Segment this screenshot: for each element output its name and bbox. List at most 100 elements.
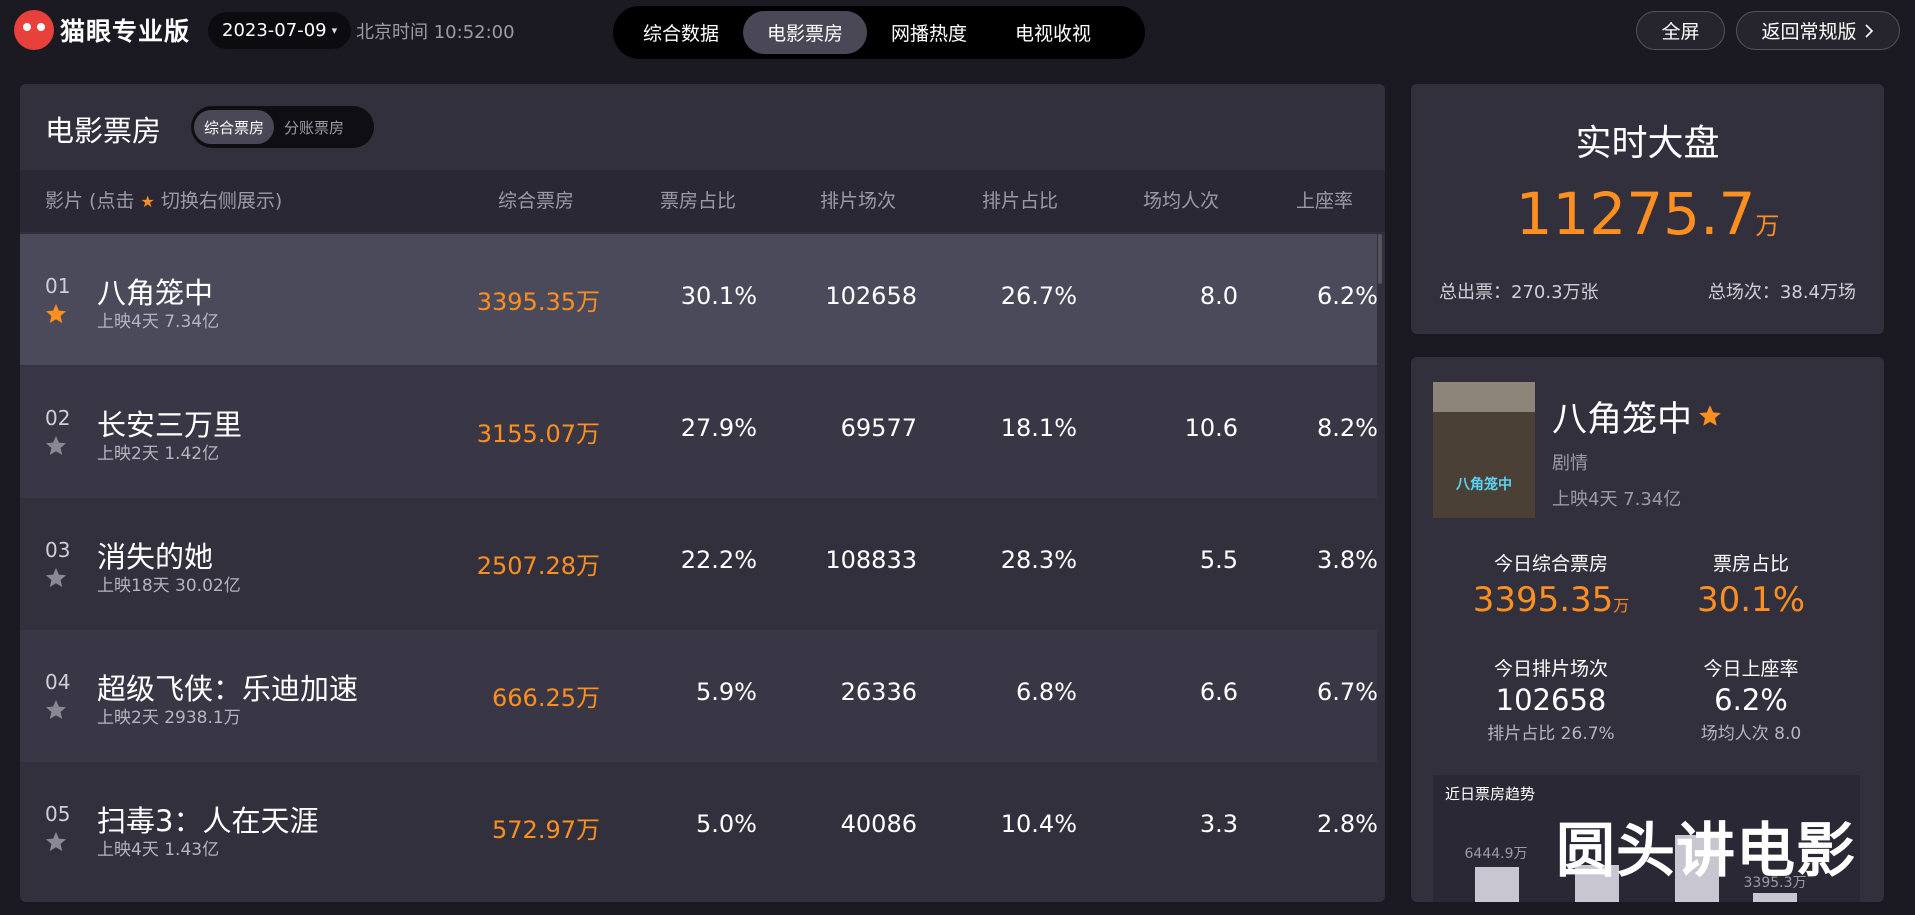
cell-box-share: 27.9% bbox=[680, 414, 757, 442]
column-header-film: 影片 (点击 ★ 切换右侧展示) bbox=[45, 170, 282, 232]
cell-box-office: 3395.35万 bbox=[476, 288, 600, 316]
column-header-box-share[interactable]: 票房占比 bbox=[660, 170, 736, 232]
cell-occupancy: 2.8% bbox=[1317, 810, 1378, 838]
film-release-info: 上映4天 7.34亿 bbox=[97, 312, 220, 332]
cell-avg-attendance: 3.3 bbox=[1199, 810, 1238, 838]
film-meta: 上映4天 7.34亿 bbox=[1552, 489, 1682, 510]
total-tickets: 总出票：270.3万张 bbox=[1439, 282, 1599, 303]
trend-bar-label: 6444.9万 bbox=[1464, 846, 1528, 862]
today-box-office-unit: 万 bbox=[1613, 596, 1630, 615]
tab-web-streaming[interactable]: 网播热度 bbox=[867, 11, 991, 54]
cell-box-office: 572.97万 bbox=[492, 816, 600, 844]
cell-screening-share: 18.1% bbox=[1000, 414, 1077, 442]
chevron-down-icon: ▾ bbox=[331, 24, 338, 37]
cell-screening-share: 10.4% bbox=[1000, 810, 1077, 838]
cell-occupancy: 8.2% bbox=[1317, 414, 1378, 442]
beijing-time: 北京时间 10:52:00 bbox=[356, 22, 515, 43]
cat-eye-logo-icon bbox=[14, 10, 54, 50]
realtime-title: 实时大盘 bbox=[1575, 123, 1720, 164]
star-icon[interactable] bbox=[44, 566, 68, 590]
star-icon[interactable] bbox=[1697, 403, 1723, 429]
table-header: 影片 (点击 ★ 切换右侧展示) 综合票房 票房占比 排片场次 排片占比 场均人… bbox=[20, 170, 1385, 232]
box-office-panel: 电影票房 综合票房 分账票房 影片 (点击 ★ 切换右侧展示) 综合票房 票房占… bbox=[20, 84, 1385, 902]
column-header-avg-attendance[interactable]: 场均人次 bbox=[1143, 170, 1219, 232]
app-logo[interactable]: 猫眼专业版 bbox=[14, 10, 190, 50]
back-button-label: 返回常规版 bbox=[1761, 21, 1857, 43]
cell-box-share: 30.1% bbox=[680, 282, 757, 310]
rank-number: 01 bbox=[45, 274, 71, 298]
rank-number: 04 bbox=[45, 670, 71, 694]
column-header-box-office[interactable]: 综合票房 bbox=[498, 170, 574, 232]
panel-title: 电影票房 bbox=[45, 114, 162, 148]
today-box-office-value: 3395.35万 bbox=[1451, 580, 1651, 620]
date-value: 2023-07-09 bbox=[222, 20, 327, 41]
fullscreen-button[interactable]: 全屏 bbox=[1636, 11, 1725, 50]
box-share-value: 30.1% bbox=[1651, 580, 1851, 620]
cell-occupancy: 6.7% bbox=[1317, 678, 1378, 706]
star-icon[interactable] bbox=[44, 434, 68, 458]
today-box-office: 今日综合票房 3395.35万 bbox=[1451, 549, 1651, 620]
tab-movie-box-office[interactable]: 电影票房 bbox=[743, 11, 868, 54]
panel-header: 电影票房 综合票房 分账票房 bbox=[20, 84, 1385, 170]
cell-occupancy: 3.8% bbox=[1317, 546, 1378, 574]
box-share-label: 票房占比 bbox=[1712, 553, 1789, 575]
today-occupancy-label: 今日上座率 bbox=[1703, 658, 1799, 680]
tab-overview[interactable]: 综合数据 bbox=[619, 11, 743, 54]
cell-box-share: 22.2% bbox=[680, 546, 757, 574]
table-row[interactable]: 01 八角笼中 上映4天 7.34亿 3395.35万 30.1% 102658 26.7%… bbox=[20, 234, 1378, 365]
realtime-total-value: 11275.7万 bbox=[1411, 180, 1884, 248]
cell-box-office: 3155.07万 bbox=[476, 420, 600, 448]
date-picker[interactable]: 2023-07-09 ▾ bbox=[208, 12, 352, 49]
table-scrollbar[interactable] bbox=[1378, 234, 1382, 284]
rank-number: 03 bbox=[45, 538, 71, 562]
table-row[interactable]: 03 消失的她 上映18天 30.02亿 2507.28万 22.2% 108833 28.… bbox=[20, 498, 1378, 630]
cell-screenings: 108833 bbox=[825, 546, 917, 574]
cell-screening-share: 6.8% bbox=[1016, 678, 1077, 706]
realtime-number: 11275.7 bbox=[1515, 180, 1756, 248]
film-title: 扫毒3：人在天涯 bbox=[97, 804, 319, 838]
film-poster[interactable]: 八角笼中 bbox=[1433, 382, 1535, 518]
film-title: 超级飞侠：乐迪加速 bbox=[97, 672, 359, 706]
cell-avg-attendance: 6.6 bbox=[1199, 678, 1238, 706]
star-icon[interactable] bbox=[44, 698, 68, 722]
column-header-screening-share[interactable]: 排片占比 bbox=[982, 170, 1058, 232]
avg-attendance-sub: 场均人次 8.0 bbox=[1700, 724, 1802, 744]
film-release-info: 上映18天 30.02亿 bbox=[97, 576, 241, 596]
today-box-office-number: 3395.35 bbox=[1472, 580, 1614, 620]
film-title: 长安三万里 bbox=[97, 408, 243, 442]
film-genre: 剧情 bbox=[1552, 453, 1588, 474]
column-header-occupancy[interactable]: 上座率 bbox=[1296, 170, 1353, 232]
film-header-post: 切换右侧展示) bbox=[160, 190, 283, 212]
film-header-pre: 影片 (点击 bbox=[45, 190, 135, 212]
cell-screening-share: 28.3% bbox=[1000, 546, 1077, 574]
cell-box-share: 5.0% bbox=[696, 810, 757, 838]
cell-screening-share: 26.7% bbox=[1000, 282, 1077, 310]
film-title: 消失的她 bbox=[97, 540, 214, 574]
star-icon[interactable] bbox=[44, 302, 68, 326]
total-screenings: 总场次：38.4万场 bbox=[1707, 282, 1856, 303]
star-icon: ★ bbox=[140, 192, 155, 211]
today-screenings-value: 102658 bbox=[1495, 683, 1607, 717]
table-row[interactable]: 02 长安三万里 上映2天 1.42亿 3155.07万 27.9% 69577 18.1%… bbox=[20, 366, 1378, 498]
today-occupancy: 今日上座率 6.2% 场均人次 8.0 bbox=[1651, 654, 1851, 744]
top-bar: 猫眼专业版 2023-07-09 ▾ 北京时间 10:52:00 综合数据 电影… bbox=[0, 0, 1915, 66]
back-to-normal-button[interactable]: 返回常规版 bbox=[1736, 11, 1900, 50]
cell-box-office: 2507.28万 bbox=[476, 552, 600, 580]
box-office-share: 票房占比 30.1% bbox=[1651, 549, 1851, 620]
film-title: 八角笼中 bbox=[97, 276, 214, 310]
today-occupancy-value: 6.2% bbox=[1714, 683, 1788, 717]
tab-tv-ratings[interactable]: 电视收视 bbox=[991, 11, 1115, 54]
star-icon[interactable] bbox=[44, 830, 68, 854]
today-box-office-label: 今日综合票房 bbox=[1493, 553, 1608, 575]
film-release-info: 上映4天 1.43亿 bbox=[97, 840, 220, 860]
column-header-screenings[interactable]: 排片场次 bbox=[820, 170, 896, 232]
today-screenings-label: 今日排片场次 bbox=[1493, 658, 1608, 680]
tab-split-box-office[interactable]: 分账票房 bbox=[274, 110, 354, 144]
app-logo-text: 猫眼专业版 bbox=[60, 17, 191, 46]
table-row[interactable]: 04 超级飞侠：乐迪加速 上映2天 2938.1万 666.25万 5.9% 26336 6… bbox=[20, 630, 1378, 762]
box-office-type-toggle: 综合票房 分账票房 bbox=[191, 106, 374, 148]
table-row[interactable]: 05 扫毒3：人在天涯 上映4天 1.43亿 572.97万 5.0% 40086 10.4… bbox=[20, 762, 1378, 894]
cell-avg-attendance: 8.0 bbox=[1199, 282, 1238, 310]
tab-combined-box-office[interactable]: 综合票房 bbox=[194, 110, 275, 144]
cell-avg-attendance: 5.5 bbox=[1199, 546, 1238, 574]
